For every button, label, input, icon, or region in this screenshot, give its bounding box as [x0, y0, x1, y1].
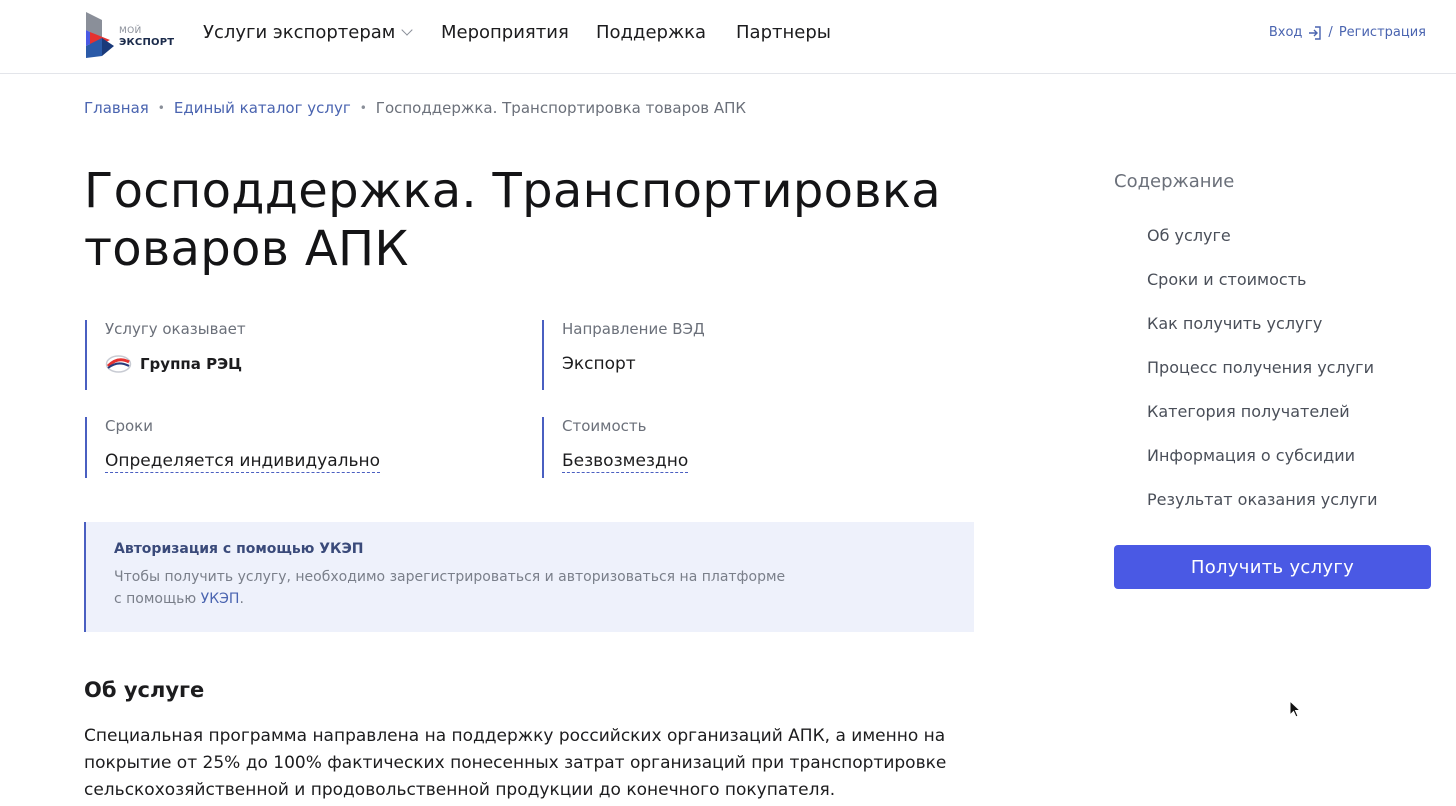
toc-item-terms-cost[interactable]: Сроки и стоимость — [1147, 270, 1378, 314]
provider-block: Услугу оказывает Группа РЭЦ — [85, 320, 505, 390]
terms-block: Сроки Определяется индивидуально — [85, 417, 505, 478]
logo[interactable]: МОЙ ЭКСПОРТ — [84, 10, 174, 60]
breadcrumb-separator: • — [157, 101, 165, 115]
nav-partners[interactable]: Партнеры — [736, 22, 831, 43]
toc-item-result[interactable]: Результат оказания услуги — [1147, 490, 1378, 534]
breadcrumb-home[interactable]: Главная — [84, 99, 149, 117]
cost-label: Стоимость — [562, 417, 647, 435]
ukep-link[interactable]: УКЭП — [201, 591, 240, 607]
terms-value[interactable]: Определяется индивидуально — [105, 451, 505, 473]
terms-label: Сроки — [105, 417, 153, 435]
terms-value-text: Определяется индивидуально — [105, 451, 381, 473]
nav-events[interactable]: Мероприятия — [441, 22, 569, 43]
breadcrumb-catalog[interactable]: Единый каталог услуг — [174, 99, 351, 117]
rec-logo-icon — [105, 355, 132, 373]
toc-list: Об услуге Сроки и стоимость Как получить… — [1147, 226, 1378, 534]
about-title: Об услуге — [84, 678, 205, 702]
notice-title: Авторизация с помощью УКЭП — [114, 541, 364, 557]
breadcrumb-separator: • — [359, 101, 367, 115]
toc-item-recipients[interactable]: Категория получателей — [1147, 402, 1378, 446]
nav-support[interactable]: Поддержка — [596, 22, 706, 43]
cost-block: Стоимость Безвозмездно — [542, 417, 962, 478]
notice-text: Чтобы получить услугу, необходимо зареги… — [114, 566, 794, 610]
toc-item-how-to-get[interactable]: Как получить услугу — [1147, 314, 1378, 358]
breadcrumb: Главная • Единый каталог услуг • Господд… — [84, 99, 746, 117]
direction-label: Направление ВЭД — [562, 320, 705, 338]
logo-line2: ЭКСПОРТ — [119, 37, 175, 48]
nav-services[interactable]: Услуги экспортерам — [203, 22, 414, 43]
logo-icon — [86, 12, 114, 58]
provider-value: Группа РЭЦ — [140, 355, 243, 373]
notice-text-after: . — [239, 591, 244, 607]
cost-value-text: Безвозмездно — [562, 451, 689, 473]
toc-item-subsidy-info[interactable]: Информация о субсидии — [1147, 446, 1378, 490]
toc-item-about[interactable]: Об услуге — [1147, 226, 1378, 270]
cost-value[interactable]: Безвозмездно — [562, 451, 962, 473]
auth-links: Вход / Регистрация — [1269, 25, 1426, 40]
nav-services-label: Услуги экспортерам — [203, 22, 396, 43]
breadcrumb-current: Господдержка. Транспортировка товаров АП… — [375, 99, 747, 117]
mouse-cursor-icon — [1289, 700, 1301, 718]
get-service-button[interactable]: Получить услугу — [1114, 545, 1431, 589]
login-link[interactable]: Вход — [1269, 25, 1303, 40]
logo-line1: МОЙ — [119, 26, 142, 36]
direction-block: Направление ВЭД Экспорт — [542, 320, 962, 390]
register-link[interactable]: Регистрация — [1339, 25, 1426, 40]
login-icon[interactable] — [1308, 25, 1322, 40]
site-header: МОЙ ЭКСПОРТ Услуги экспортерам Мероприят… — [0, 0, 1456, 74]
provider-label: Услугу оказывает — [105, 320, 246, 338]
chevron-down-icon — [401, 24, 414, 36]
auth-separator: / — [1328, 25, 1333, 40]
page-title: Господдержка. Транспортировка товаров АП… — [84, 163, 941, 277]
toc-title: Содержание — [1114, 171, 1235, 192]
auth-notice: Авторизация с помощью УКЭП Чтобы получит… — [84, 522, 974, 632]
provider-org[interactable]: Группа РЭЦ — [105, 354, 505, 374]
toc-item-process[interactable]: Процесс получения услуги — [1147, 358, 1378, 402]
about-text: Специальная программа направлена на подд… — [84, 726, 947, 800]
direction-value: Экспорт — [562, 354, 636, 374]
